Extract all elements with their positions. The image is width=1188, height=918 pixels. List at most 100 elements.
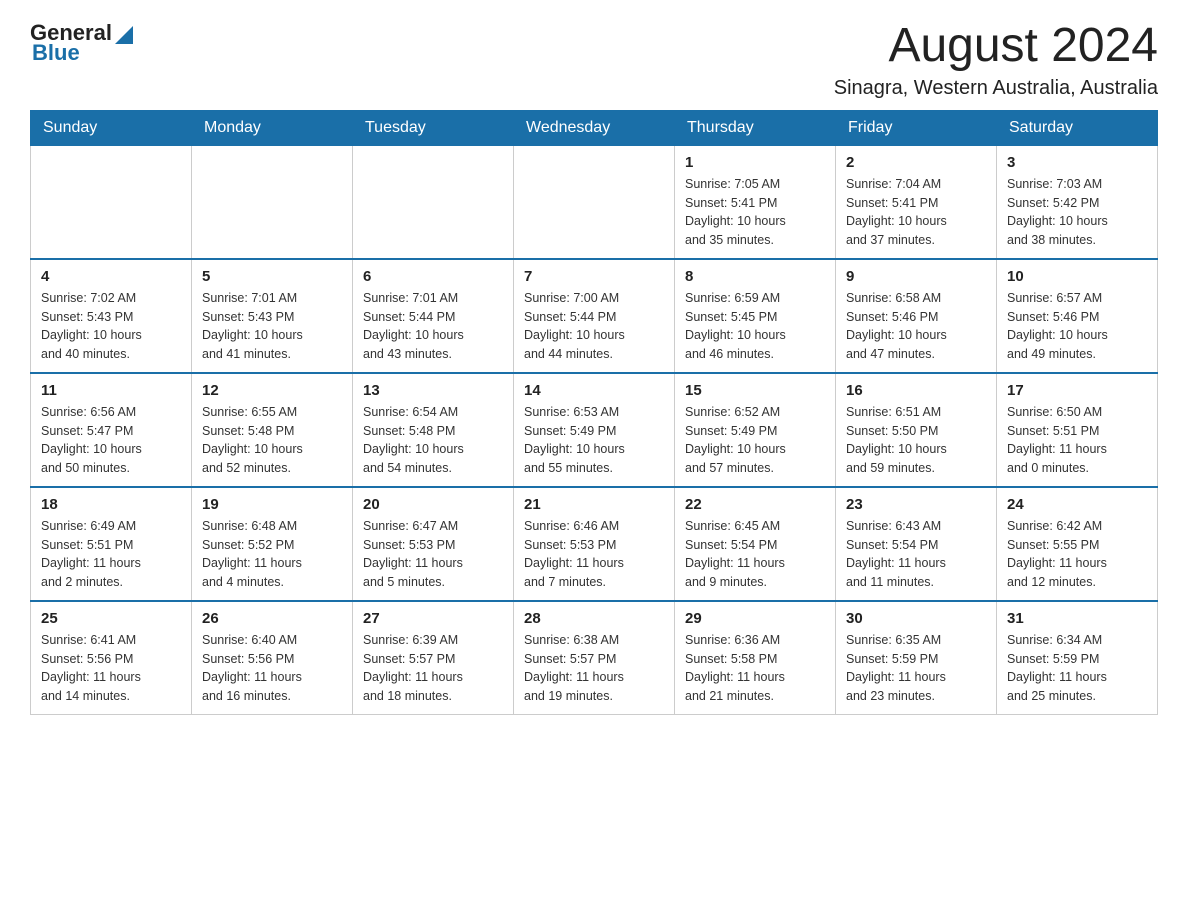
day-number: 8 [685,268,825,285]
day-info: Sunrise: 6:46 AM Sunset: 5:53 PM Dayligh… [524,517,664,592]
title-area: August 2024 Sinagra, Western Australia, … [834,20,1158,100]
calendar-cell: 4 Sunrise: 7:02 AM Sunset: 5:43 PM Daylig… [31,259,192,373]
calendar-header-monday: Monday [192,110,353,145]
calendar-cell: 26 Sunrise: 6:40 AM Sunset: 5:56 PM Dayli… [192,601,353,715]
day-number: 1 [685,154,825,171]
day-info: Sunrise: 6:56 AM Sunset: 5:47 PM Dayligh… [41,403,181,478]
day-number: 17 [1007,382,1147,399]
logo: General Blue [30,20,133,66]
calendar-cell [192,145,353,259]
calendar-header-thursday: Thursday [675,110,836,145]
calendar-week-row: 11Sunrise: 6:56 AM Sunset: 5:47 PM Dayli… [31,373,1158,487]
calendar-cell [514,145,675,259]
calendar-cell: 6 Sunrise: 7:01 AM Sunset: 5:44 PM Daylig… [353,259,514,373]
day-number: 14 [524,382,664,399]
calendar-cell: 21 Sunrise: 6:46 AM Sunset: 5:53 PM Dayli… [514,487,675,601]
calendar-cell: 25 Sunrise: 6:41 AM Sunset: 5:56 PM Dayli… [31,601,192,715]
day-number: 20 [363,496,503,513]
month-title: August 2024 [834,20,1158,73]
calendar-week-row: 1Sunrise: 7:05 AM Sunset: 5:41 PM Daylig… [31,145,1158,259]
calendar-cell: 15 Sunrise: 6:52 AM Sunset: 5:49 PM Dayli… [675,373,836,487]
calendar-cell: 13Sunrise: 6:54 AM Sunset: 5:48 PM Dayli… [353,373,514,487]
calendar-cell: 30Sunrise: 6:35 AM Sunset: 5:59 PM Dayli… [836,601,997,715]
calendar-cell: 24 Sunrise: 6:42 AM Sunset: 5:55 PM Dayli… [997,487,1158,601]
day-info: Sunrise: 6:45 AM Sunset: 5:54 PM Dayligh… [685,517,825,592]
day-number: 3 [1007,154,1147,171]
day-info: Sunrise: 6:53 AM Sunset: 5:49 PM Dayligh… [524,403,664,478]
calendar-week-row: 18 Sunrise: 6:49 AM Sunset: 5:51 PM Dayli… [31,487,1158,601]
day-info: Sunrise: 6:50 AM Sunset: 5:51 PM Dayligh… [1007,403,1147,478]
calendar-cell: 14 Sunrise: 6:53 AM Sunset: 5:49 PM Dayli… [514,373,675,487]
day-number: 18 [41,496,181,513]
calendar-cell: 23 Sunrise: 6:43 AM Sunset: 5:54 PM Dayli… [836,487,997,601]
day-info: Sunrise: 7:01 AM Sunset: 5:44 PM Dayligh… [363,289,503,364]
day-number: 24 [1007,496,1147,513]
day-number: 16 [846,382,986,399]
calendar-header-friday: Friday [836,110,997,145]
calendar-cell: 2 Sunrise: 7:04 AM Sunset: 5:41 PM Daylig… [836,145,997,259]
calendar-header-tuesday: Tuesday [353,110,514,145]
day-number: 25 [41,610,181,627]
calendar-header-sunday: Sunday [31,110,192,145]
day-info: Sunrise: 6:42 AM Sunset: 5:55 PM Dayligh… [1007,517,1147,592]
day-number: 31 [1007,610,1147,627]
calendar-cell: 7 Sunrise: 7:00 AM Sunset: 5:44 PM Daylig… [514,259,675,373]
calendar-cell: 3Sunrise: 7:03 AM Sunset: 5:42 PM Daylig… [997,145,1158,259]
logo-triangle-icon [115,26,133,44]
day-number: 28 [524,610,664,627]
day-number: 29 [685,610,825,627]
day-number: 21 [524,496,664,513]
calendar-cell: 20 Sunrise: 6:47 AM Sunset: 5:53 PM Dayli… [353,487,514,601]
calendar-cell: 27Sunrise: 6:39 AM Sunset: 5:57 PM Dayli… [353,601,514,715]
day-number: 19 [202,496,342,513]
day-info: Sunrise: 7:00 AM Sunset: 5:44 PM Dayligh… [524,289,664,364]
day-number: 26 [202,610,342,627]
calendar-week-row: 4 Sunrise: 7:02 AM Sunset: 5:43 PM Daylig… [31,259,1158,373]
calendar-cell: 8Sunrise: 6:59 AM Sunset: 5:45 PM Daylig… [675,259,836,373]
day-info: Sunrise: 6:40 AM Sunset: 5:56 PM Dayligh… [202,631,342,706]
day-info: Sunrise: 6:52 AM Sunset: 5:49 PM Dayligh… [685,403,825,478]
day-number: 22 [685,496,825,513]
calendar-cell: 5Sunrise: 7:01 AM Sunset: 5:43 PM Daylig… [192,259,353,373]
day-info: Sunrise: 6:35 AM Sunset: 5:59 PM Dayligh… [846,631,986,706]
day-info: Sunrise: 7:02 AM Sunset: 5:43 PM Dayligh… [41,289,181,364]
day-number: 15 [685,382,825,399]
calendar-cell: 12 Sunrise: 6:55 AM Sunset: 5:48 PM Dayli… [192,373,353,487]
calendar-week-row: 25 Sunrise: 6:41 AM Sunset: 5:56 PM Dayli… [31,601,1158,715]
calendar-cell: 9 Sunrise: 6:58 AM Sunset: 5:46 PM Daylig… [836,259,997,373]
calendar-cell: 22 Sunrise: 6:45 AM Sunset: 5:54 PM Dayli… [675,487,836,601]
page-header: General Blue August 2024 Sinagra, Wester… [30,20,1158,100]
calendar-cell: 1Sunrise: 7:05 AM Sunset: 5:41 PM Daylig… [675,145,836,259]
day-info: Sunrise: 7:01 AM Sunset: 5:43 PM Dayligh… [202,289,342,364]
day-info: Sunrise: 6:58 AM Sunset: 5:46 PM Dayligh… [846,289,986,364]
day-info: Sunrise: 6:47 AM Sunset: 5:53 PM Dayligh… [363,517,503,592]
day-info: Sunrise: 6:57 AM Sunset: 5:46 PM Dayligh… [1007,289,1147,364]
calendar-cell: 18 Sunrise: 6:49 AM Sunset: 5:51 PM Dayli… [31,487,192,601]
day-number: 4 [41,268,181,285]
day-number: 23 [846,496,986,513]
day-info: Sunrise: 6:43 AM Sunset: 5:54 PM Dayligh… [846,517,986,592]
calendar-cell: 16 Sunrise: 6:51 AM Sunset: 5:50 PM Dayli… [836,373,997,487]
day-info: Sunrise: 7:04 AM Sunset: 5:41 PM Dayligh… [846,175,986,250]
day-info: Sunrise: 6:34 AM Sunset: 5:59 PM Dayligh… [1007,631,1147,706]
day-number: 12 [202,382,342,399]
day-info: Sunrise: 6:38 AM Sunset: 5:57 PM Dayligh… [524,631,664,706]
day-number: 7 [524,268,664,285]
day-number: 2 [846,154,986,171]
day-number: 6 [363,268,503,285]
day-info: Sunrise: 6:41 AM Sunset: 5:56 PM Dayligh… [41,631,181,706]
day-info: Sunrise: 6:51 AM Sunset: 5:50 PM Dayligh… [846,403,986,478]
day-info: Sunrise: 6:36 AM Sunset: 5:58 PM Dayligh… [685,631,825,706]
day-number: 27 [363,610,503,627]
calendar-header-wednesday: Wednesday [514,110,675,145]
day-number: 10 [1007,268,1147,285]
day-number: 13 [363,382,503,399]
day-info: Sunrise: 6:49 AM Sunset: 5:51 PM Dayligh… [41,517,181,592]
calendar-table: SundayMondayTuesdayWednesdayThursdayFrid… [30,110,1158,715]
calendar-cell: 10 Sunrise: 6:57 AM Sunset: 5:46 PM Dayli… [997,259,1158,373]
calendar-cell: 17 Sunrise: 6:50 AM Sunset: 5:51 PM Dayli… [997,373,1158,487]
day-number: 9 [846,268,986,285]
calendar-cell: 28 Sunrise: 6:38 AM Sunset: 5:57 PM Dayli… [514,601,675,715]
logo-blue-text: Blue [32,40,80,66]
day-info: Sunrise: 6:55 AM Sunset: 5:48 PM Dayligh… [202,403,342,478]
